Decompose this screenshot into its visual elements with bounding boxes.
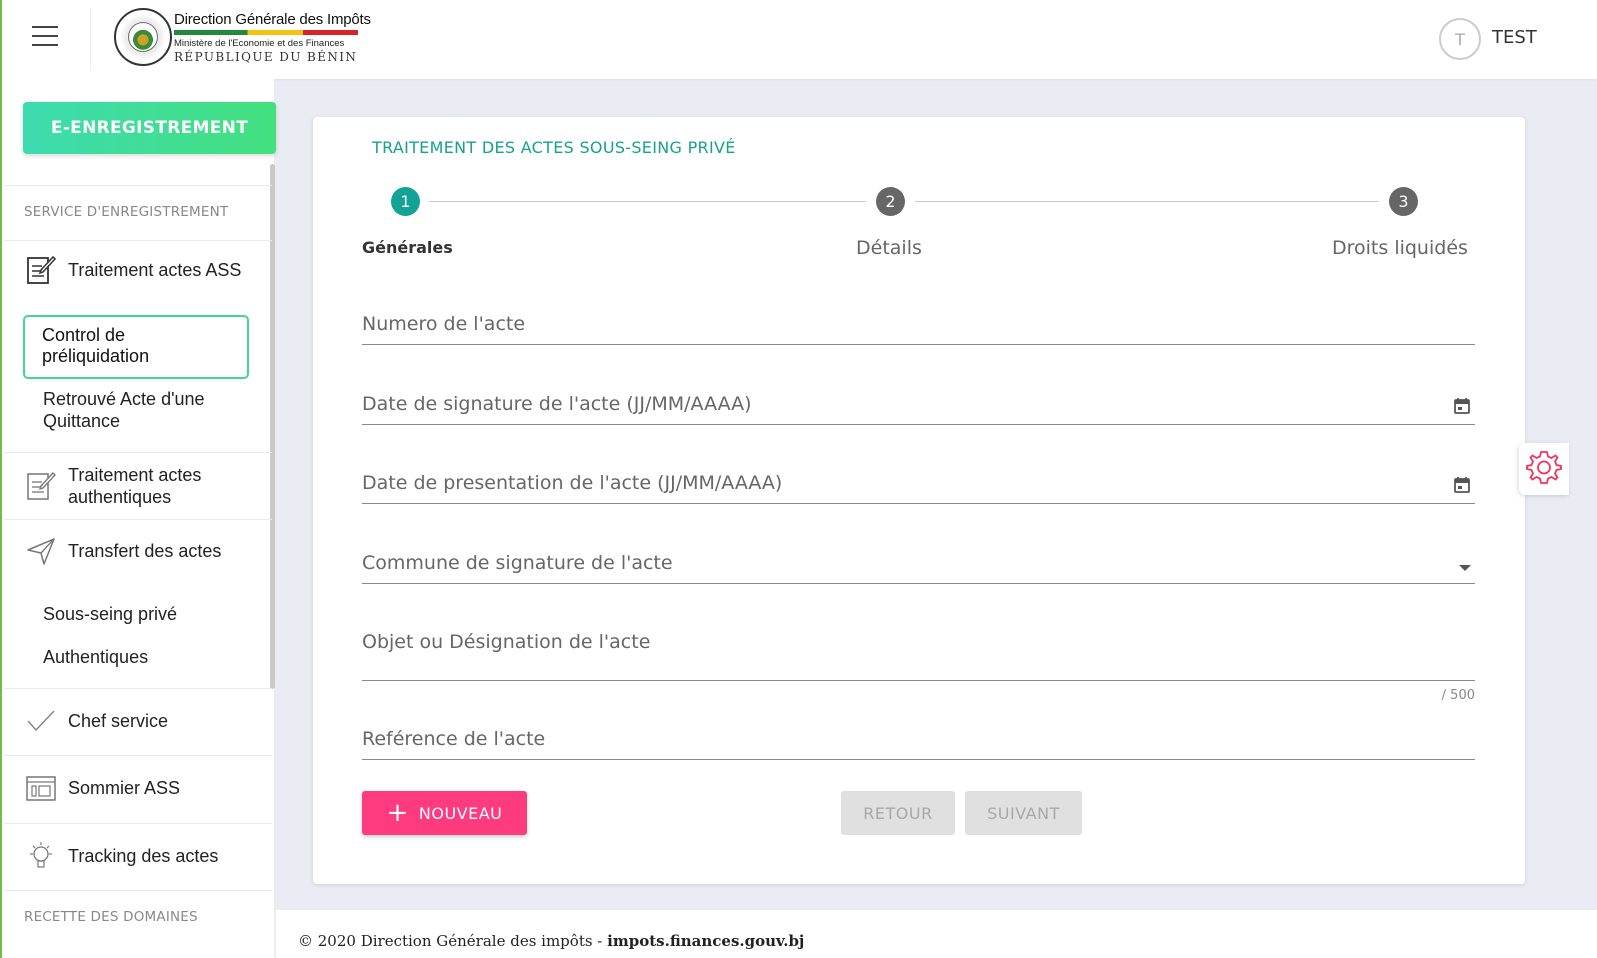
step-connector [429, 201, 866, 202]
commune-select[interactable]: Commune de signature de l'acte [362, 548, 1475, 584]
republic-name: RÉPUBLIQUE DU BÉNIN [174, 50, 358, 64]
sidebar-item-traitement-authentiques[interactable]: Traitement actes authentiques [26, 464, 218, 508]
checkmark-icon [26, 705, 56, 737]
character-counter: / 500 [1441, 688, 1475, 703]
document-edit-icon [26, 254, 56, 286]
dgi-seal-logo [114, 8, 172, 66]
flag-bar [174, 30, 358, 35]
footer-site-link[interactable]: impots.finances.gouv.bj [607, 932, 804, 950]
sidebar-item-label: Traitement actes ASS [68, 259, 242, 280]
step-3-label: Droits liquidés [1332, 237, 1468, 259]
sidebar-item-label: Tracking des actes [68, 845, 219, 866]
calendar-icon[interactable] [1453, 397, 1471, 419]
numero-acte-label: Numero de l'acte [362, 313, 526, 335]
footer: © 2020 Direction Générale des impôts - i… [276, 910, 1597, 958]
calendar-icon[interactable] [1453, 476, 1471, 498]
top-header: Direction Générale des Impôts Ministère … [0, 0, 1597, 79]
sidebar-item-sous-seing[interactable]: Sous-seing privé [43, 603, 177, 625]
date-presentation-field[interactable]: Date de presentation de l'acte (JJ/MM/AA… [362, 468, 1475, 504]
send-icon [26, 535, 56, 567]
ministry-name: Ministère de l'Economie et des Finances [174, 38, 345, 49]
document-edit-icon [26, 470, 56, 502]
step-3-indicator[interactable]: 3 [1389, 187, 1418, 216]
date-signature-field[interactable]: Date de signature de l'acte (JJ/MM/AAAA) [362, 389, 1475, 425]
hamburger-menu-icon[interactable] [32, 26, 58, 48]
suivant-button[interactable]: SUIVANT [965, 791, 1082, 835]
sidebar-item-sommier[interactable]: Sommier ASS [26, 772, 180, 804]
layout-panel-icon [26, 772, 56, 804]
sidebar-item-chef-service[interactable]: Chef service [26, 705, 168, 737]
settings-tab[interactable] [1519, 443, 1569, 495]
sidebar-item-label: Chef service [68, 710, 169, 731]
sidebar-item-authentiques[interactable]: Authentiques [43, 646, 148, 668]
section-service-enregistrement: SERVICE D'ENREGISTREMENT [24, 204, 229, 220]
avatar[interactable]: T [1439, 18, 1481, 60]
nouveau-button[interactable]: + NOUVEAU [362, 791, 527, 835]
divider [4, 688, 272, 689]
header-divider [90, 8, 91, 70]
section-recette-domaines: RECETTE DES DOMAINES [24, 909, 198, 925]
org-logo-text: Direction Générale des Impôts Ministère … [174, 11, 371, 64]
sidebar-item-tracking[interactable]: Tracking des actes [26, 840, 218, 872]
commune-label: Commune de signature de l'acte [362, 552, 673, 574]
sidebar-item-traitement-ass[interactable]: Traitement actes ASS [26, 254, 241, 286]
objet-label: Objet ou Désignation de l'acte [362, 631, 651, 653]
sidebar-item-control-preliquidation[interactable]: Control de préliquidation [23, 315, 249, 379]
step-1-indicator[interactable]: 1 [391, 187, 420, 216]
plus-icon: + [386, 798, 409, 828]
reference-label: Reférence de l'acte [362, 728, 546, 750]
divider [4, 452, 272, 453]
divider [4, 890, 272, 891]
step-2-indicator[interactable]: 2 [876, 187, 905, 216]
step-connector [915, 201, 1379, 202]
sidebar-item-transfert[interactable]: Transfert des actes [26, 535, 221, 567]
sidebar-item-label: Traitement actes authentiques [68, 465, 202, 507]
divider [4, 185, 272, 186]
gear-icon [1526, 449, 1562, 489]
form-card: TRAITEMENT DES ACTES SOUS-SEING PRIVÉ 1 … [313, 117, 1525, 884]
step-1-label: Générales [362, 238, 453, 257]
step-2-label: Détails [856, 237, 922, 259]
sidebar-item-label: Transfert des actes [68, 540, 222, 561]
divider [4, 755, 272, 756]
retour-button[interactable]: RETOUR [841, 791, 955, 835]
sidebar-item-retrouve-acte[interactable]: Retrouvé Acte d'une Quittance [43, 388, 233, 432]
lightbulb-icon [26, 840, 56, 872]
nouveau-label: NOUVEAU [418, 803, 503, 823]
page-title: TRAITEMENT DES ACTES SOUS-SEING PRIVÉ [372, 138, 736, 157]
chevron-down-icon[interactable] [1457, 558, 1473, 577]
sidebar-scrollbar[interactable] [270, 164, 275, 689]
user-name[interactable]: TEST [1492, 27, 1537, 48]
footer-text: © 2020 Direction Générale des impôts - i… [298, 932, 804, 950]
sidebar: E-ENREGISTREMENT SERVICE D'ENREGISTREMEN… [0, 79, 276, 958]
footer-copyright: © 2020 Direction Générale des impôts - [298, 932, 603, 950]
date-presentation-label: Date de presentation de l'acte (JJ/MM/AA… [362, 472, 783, 494]
numero-acte-field[interactable]: Numero de l'acte [362, 309, 1475, 345]
date-signature-label: Date de signature de l'acte (JJ/MM/AAAA) [362, 393, 752, 415]
objet-textarea[interactable]: Objet ou Désignation de l'acte [362, 627, 1475, 681]
e-enregistrement-button[interactable]: E-ENREGISTREMENT [23, 102, 276, 154]
reference-field[interactable]: Reférence de l'acte [362, 724, 1475, 760]
divider [4, 823, 272, 824]
org-title: Direction Générale des Impôts [174, 11, 371, 28]
sidebar-item-label: Sommier ASS [68, 777, 181, 798]
divider [4, 240, 272, 241]
divider [4, 519, 272, 520]
